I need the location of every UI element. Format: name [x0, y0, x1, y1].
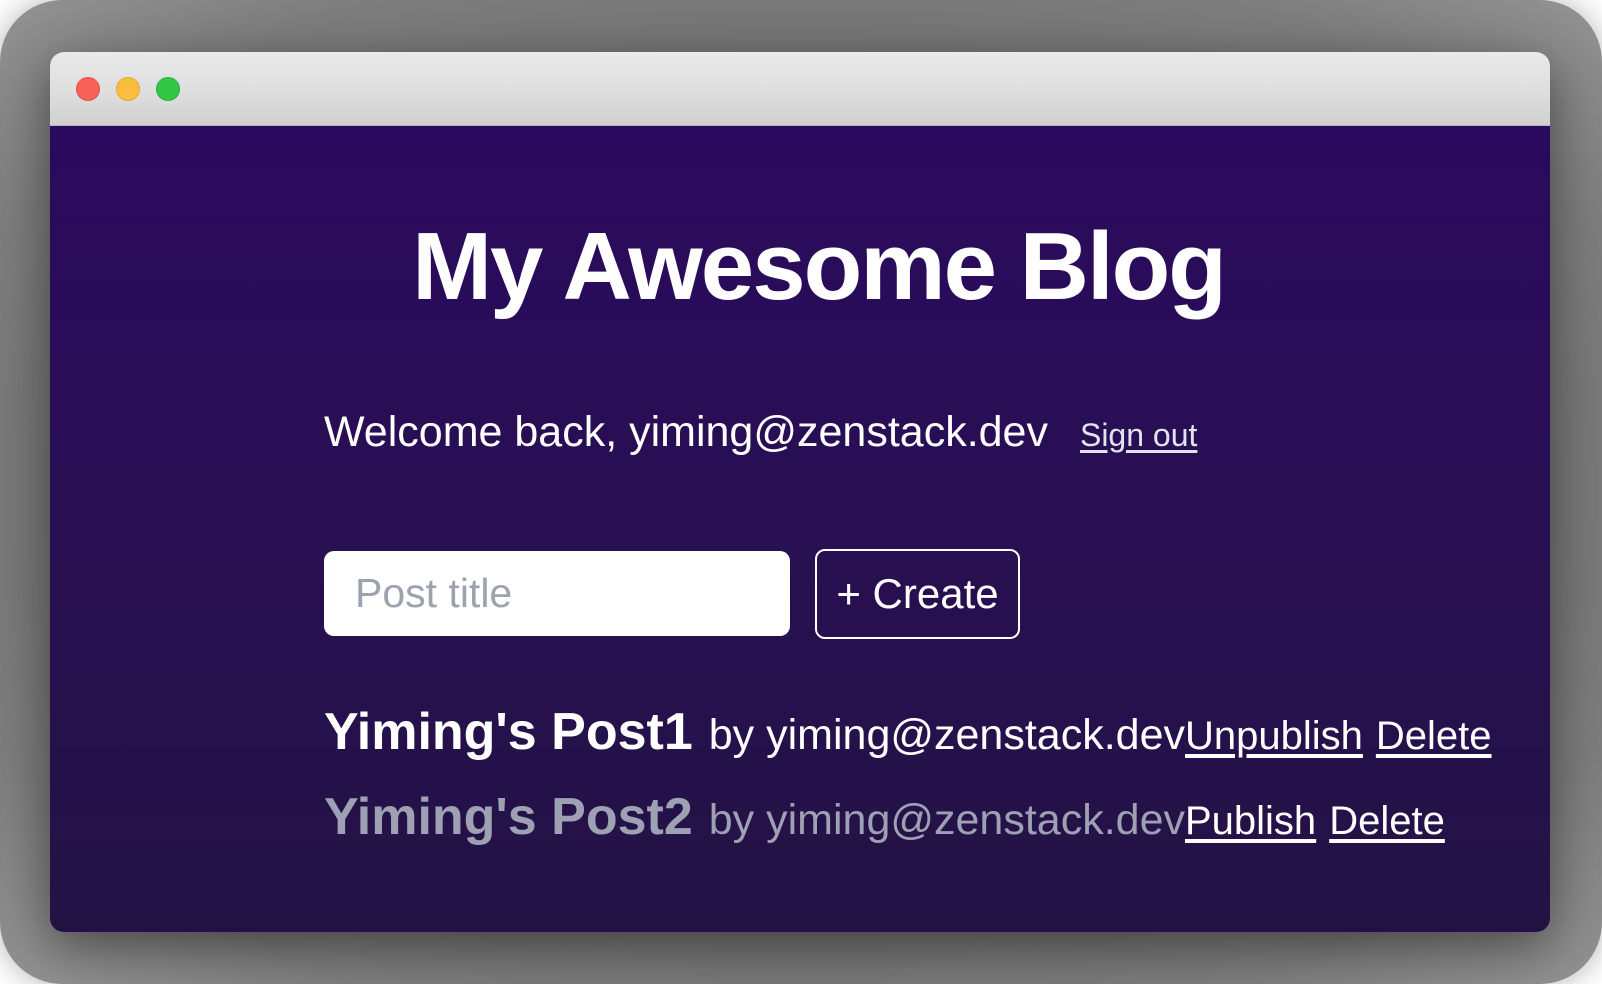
post-list: Yiming's Post1 by yiming@zenstack.dev Un…	[324, 702, 1327, 847]
window-titlebar[interactable]	[50, 52, 1550, 126]
publish-link[interactable]: Publish	[1185, 799, 1316, 844]
delete-link[interactable]: Delete	[1376, 714, 1492, 759]
create-post-form: + Create	[324, 549, 1327, 639]
welcome-message: Welcome back, yiming@zenstack.dev	[324, 408, 1048, 457]
page-title: My Awesome Blog	[324, 214, 1313, 320]
app-window: My Awesome Blog Welcome back, yiming@zen…	[50, 52, 1550, 932]
unpublish-link[interactable]: Unpublish	[1185, 714, 1363, 759]
session-row: Welcome back, yiming@zenstack.dev Sign o…	[324, 408, 1327, 457]
sign-out-link[interactable]: Sign out	[1080, 417, 1197, 454]
page-background: My Awesome Blog Welcome back, yiming@zen…	[50, 126, 1550, 931]
post-row: Yiming's Post2 by yiming@zenstack.dev Pu…	[324, 787, 1327, 847]
zoom-button[interactable]	[156, 77, 180, 101]
post-title-input[interactable]	[324, 551, 790, 636]
content-container: My Awesome Blog Welcome back, yiming@zen…	[324, 126, 1327, 847]
screenshot-canvas: My Awesome Blog Welcome back, yiming@zen…	[0, 0, 1602, 984]
close-button[interactable]	[76, 77, 100, 101]
post-actions: Unpublish Delete	[1185, 714, 1492, 759]
post-row: Yiming's Post1 by yiming@zenstack.dev Un…	[324, 702, 1327, 762]
post-info: Yiming's Post2 by yiming@zenstack.dev	[324, 787, 1185, 847]
post-title: Yiming's Post1	[324, 702, 693, 762]
delete-link[interactable]: Delete	[1329, 799, 1445, 844]
post-author: by yiming@zenstack.dev	[709, 711, 1185, 760]
post-actions: Publish Delete	[1185, 799, 1445, 844]
post-title: Yiming's Post2	[324, 787, 693, 847]
minimize-button[interactable]	[116, 77, 140, 101]
post-author: by yiming@zenstack.dev	[709, 796, 1185, 845]
create-post-button[interactable]: + Create	[815, 549, 1020, 639]
post-info: Yiming's Post1 by yiming@zenstack.dev	[324, 702, 1185, 762]
